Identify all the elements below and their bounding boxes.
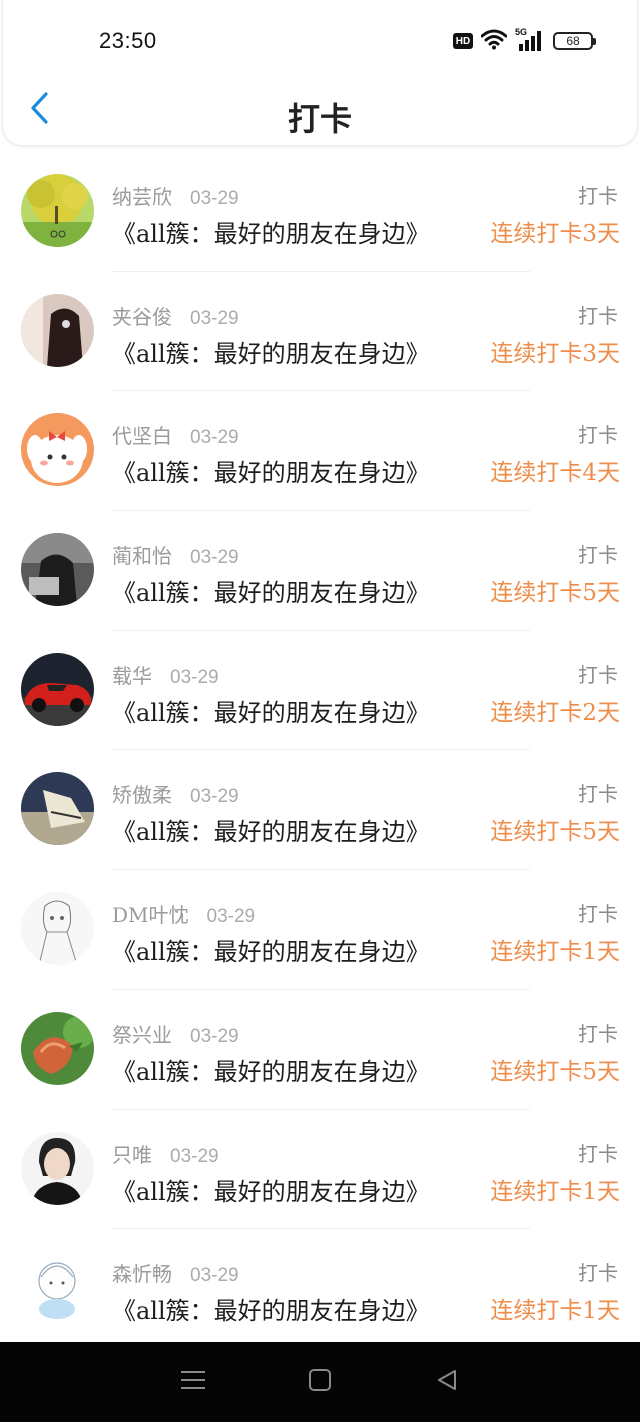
item-meta: 代坚白 03-29 [112,420,239,449]
home-square-icon [308,1368,332,1396]
checkin-date: 03-29 [190,1265,239,1287]
list-item[interactable]: 夹谷俊 03-29 打卡 《all簇：最好的朋友在身边》 连续打卡3天 [0,272,640,392]
back-nav-button[interactable] [427,1362,467,1402]
checkin-type-label: 打卡 [578,902,618,927]
hd-icon: HD [453,33,473,49]
item-meta: 夹谷俊 03-29 [112,301,239,330]
item-meta: 森忻畅 03-29 [112,1258,239,1287]
avatar[interactable] [21,1251,94,1325]
checkin-type-label: 打卡 [578,543,618,568]
checkin-date: 03-29 [190,427,239,449]
checkin-date: 03-29 [170,1145,219,1167]
list-item[interactable]: 纳芸欣 03-29 打卡 《all簇：最好的朋友在身边》 连续打卡3天 [0,152,640,272]
username[interactable]: 蔺和怡 [112,540,172,569]
username[interactable]: 矫傲柔 [112,779,172,808]
username[interactable]: 祭兴业 [112,1019,172,1048]
list-item[interactable]: 载华 03-29 打卡 《all簇：最好的朋友在身边》 连续打卡2天 [0,631,640,751]
username[interactable]: DM叶忱 [112,899,189,928]
streak-label: 连续打卡1天 [490,1298,620,1325]
cellular-5g-icon: 5G [515,27,545,53]
streak-label: 连续打卡3天 [490,221,620,247]
avatar[interactable] [21,533,94,607]
avatar[interactable] [21,1011,94,1085]
book-title[interactable]: 《all簇：最好的朋友在身边》 [112,932,430,967]
checkin-date: 03-29 [190,188,239,209]
status-bar: 23:50 HD 5G 68 [3,0,637,80]
username[interactable]: 只唯 [112,1139,152,1168]
streak-label: 连续打卡3天 [490,340,620,367]
username[interactable]: 代坚白 [112,420,172,449]
checkin-type-label: 打卡 [578,1261,618,1286]
item-meta: 矫傲柔 03-29 [112,779,239,808]
back-triangle-icon [435,1368,459,1396]
navigation-bar: 打卡 [3,80,637,142]
book-title[interactable]: 《all簇：最好的朋友在身边》 [112,453,430,488]
streak-label: 连续打卡5天 [490,819,620,846]
book-title[interactable]: 《all簇：最好的朋友在身边》 [112,1172,430,1207]
book-title[interactable]: 《all簇：最好的朋友在身边》 [112,214,430,249]
checkin-type-label: 打卡 [578,303,618,328]
book-title[interactable]: 《all簇：最好的朋友在身边》 [112,334,430,369]
avatar[interactable] [21,1131,94,1205]
avatar[interactable] [21,413,94,487]
battery-indicator: 68 [553,32,596,50]
menu-icon [180,1369,206,1395]
item-meta: 只唯 03-29 [112,1139,219,1168]
checkin-date: 03-29 [190,547,239,569]
checkin-date: 03-29 [170,666,219,688]
top-header-card: 23:50 HD 5G 68 打卡 [2,0,638,146]
list-item[interactable]: 矫傲柔 03-29 打卡 《all簇：最好的朋友在身边》 连续打卡5天 [0,750,640,871]
item-meta: 载华 03-29 [112,660,219,689]
book-title[interactable]: 《all簇：最好的朋友在身边》 [112,1052,430,1087]
home-button[interactable] [300,1362,340,1402]
list-item[interactable]: 祭兴业 03-29 打卡 《all簇：最好的朋友在身边》 连续打卡5天 [0,990,640,1110]
avatar[interactable] [21,652,94,726]
checkin-date: 03-29 [190,786,239,808]
list-item[interactable]: 只唯 03-29 打卡 《all簇：最好的朋友在身边》 连续打卡1天 [0,1110,640,1230]
checkin-date: 03-29 [206,906,256,928]
list-item[interactable]: DM叶忱 03-29 打卡 《all簇：最好的朋友在身边》 连续打卡1天 [0,870,640,990]
wifi-icon [480,28,508,54]
status-icons: HD 5G 68 [453,27,596,54]
book-title[interactable]: 《all簇：最好的朋友在身边》 [112,573,430,608]
avatar[interactable] [21,892,94,966]
status-time: 23:50 [99,28,157,53]
book-title[interactable]: 《all簇：最好的朋友在身边》 [112,1291,430,1326]
checkin-type-label: 打卡 [578,423,618,448]
item-meta: DM叶忱 03-29 [112,899,255,928]
book-title[interactable]: 《all簇：最好的朋友在身边》 [112,812,430,847]
system-navigation-bar [0,1342,640,1422]
avatar[interactable] [21,174,94,247]
username[interactable]: 纳芸欣 [112,181,172,210]
checkin-date: 03-29 [190,1025,239,1047]
streak-label: 连续打卡5天 [490,580,620,607]
book-title[interactable]: 《all簇：最好的朋友在身边》 [112,693,430,728]
avatar[interactable] [21,293,94,367]
checkin-type-label: 打卡 [578,1021,618,1046]
checkin-type-label: 打卡 [578,662,618,687]
streak-label: 连续打卡4天 [490,460,620,487]
page-title: 打卡 [287,100,352,138]
item-meta: 蔺和怡 03-29 [112,540,239,569]
checkin-type-label: 打卡 [578,1141,618,1166]
streak-label: 连续打卡1天 [490,939,620,966]
avatar[interactable] [21,772,94,846]
list-item[interactable]: 代坚白 03-29 打卡 《all簇：最好的朋友在身边》 连续打卡4天 [0,391,640,512]
streak-label: 连续打卡1天 [490,1178,620,1205]
checkin-type-label: 打卡 [578,782,618,807]
checkin-date: 03-29 [190,307,239,329]
streak-label: 连续打卡2天 [490,699,620,726]
username[interactable]: 夹谷俊 [112,301,172,330]
checkin-feed: 纳芸欣 03-29 打卡 《all簇：最好的朋友在身边》 连续打卡3天 夹谷俊 … [0,152,640,1349]
username[interactable]: 载华 [112,660,152,689]
menu-button[interactable] [173,1362,213,1402]
item-meta: 祭兴业 03-29 [112,1019,239,1048]
item-meta: 纳芸欣 03-29 [112,181,239,210]
list-item[interactable]: 蔺和怡 03-29 打卡 《all簇：最好的朋友在身边》 连续打卡5天 [0,511,640,631]
streak-label: 连续打卡5天 [490,1058,620,1085]
username[interactable]: 森忻畅 [112,1258,172,1287]
list-item[interactable]: 森忻畅 03-29 打卡 《all簇：最好的朋友在身边》 连续打卡1天 [0,1229,640,1349]
checkin-type-label: 打卡 [578,184,618,208]
